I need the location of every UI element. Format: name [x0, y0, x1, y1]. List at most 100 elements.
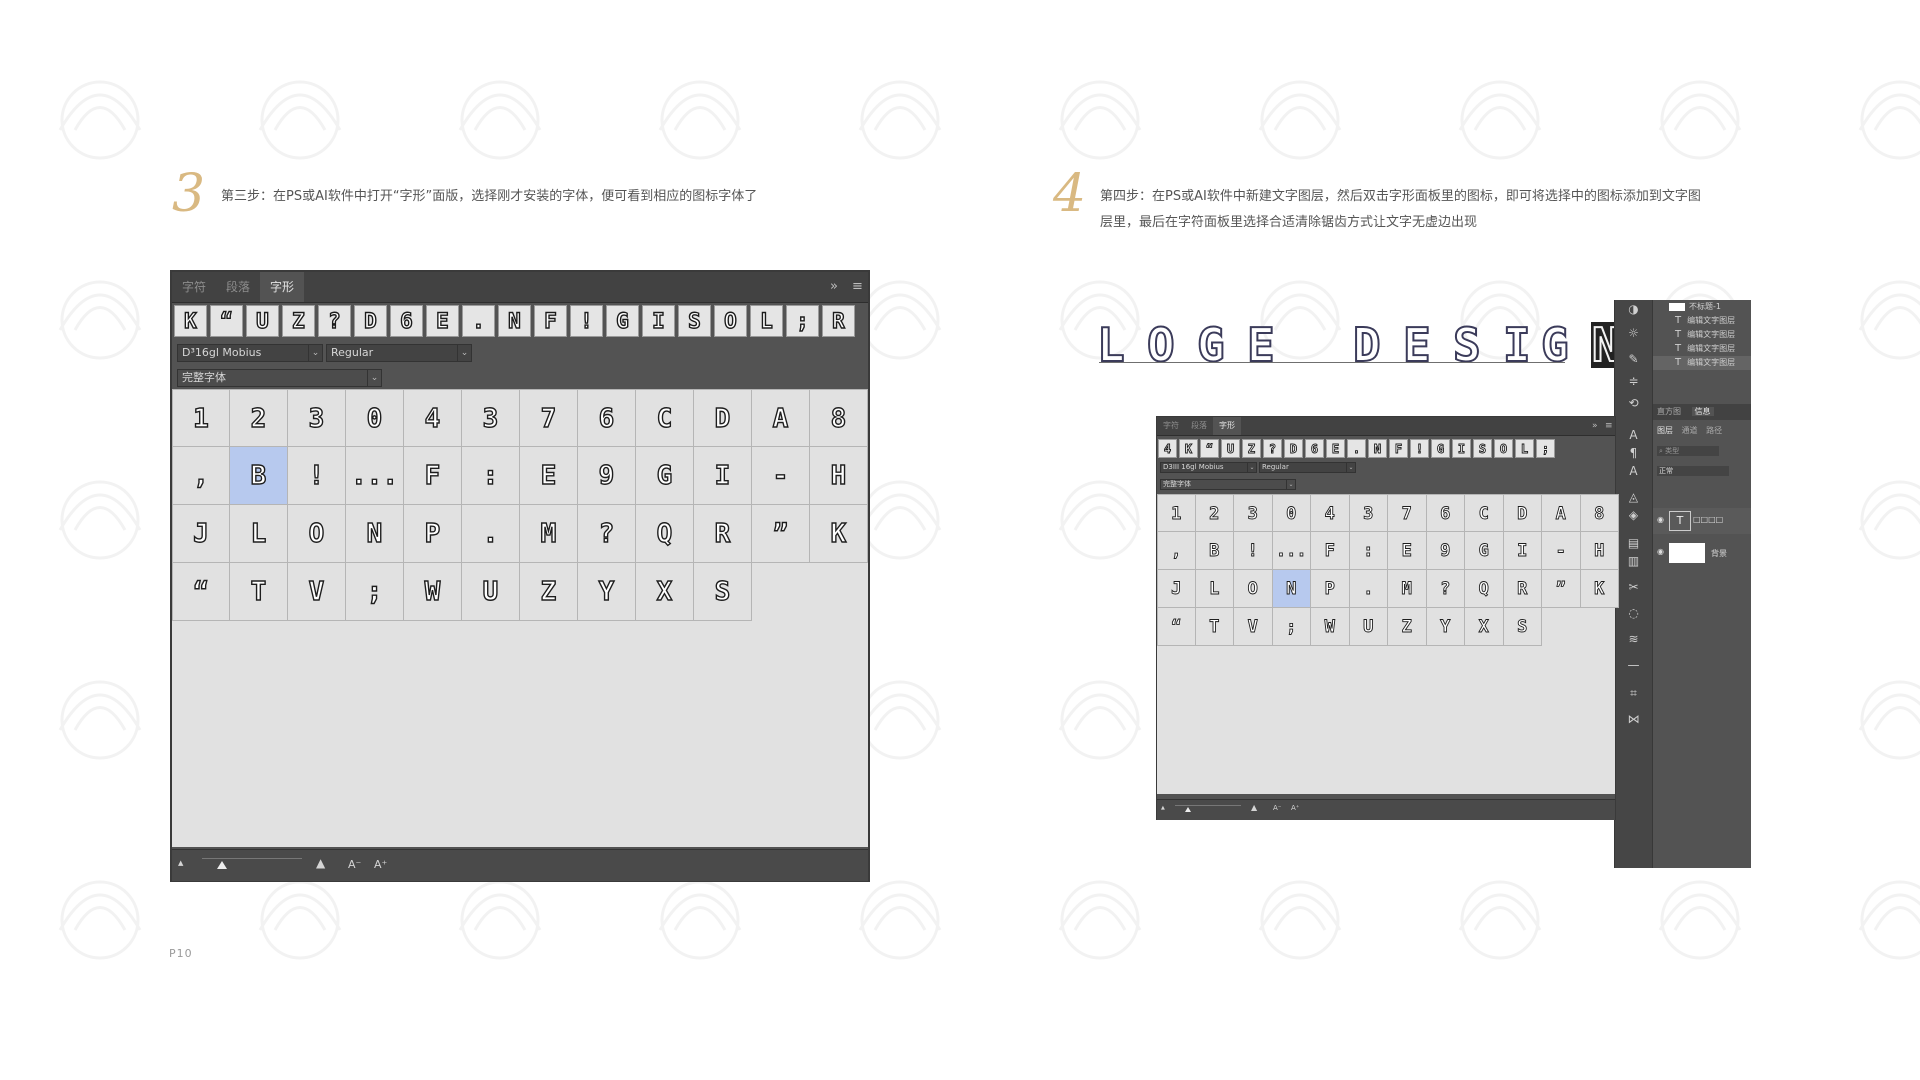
recent-glyph[interactable]: G [1431, 439, 1450, 458]
font-style-dropdown[interactable]: Regular ⌄ [1259, 462, 1356, 473]
glyph-cell[interactable]: G [1465, 532, 1504, 570]
glyph-cell[interactable]: Y [1426, 608, 1465, 646]
collapse-panel-icon[interactable]: » [1592, 417, 1598, 435]
glyph-cell[interactable]: , [172, 447, 230, 505]
tab-glyphs[interactable]: 字形 [260, 272, 305, 302]
recent-glyph[interactable]: L [1515, 439, 1534, 458]
shape-icon[interactable]: ◬ [1615, 490, 1652, 504]
color-icon[interactable]: ◑ [1615, 302, 1652, 316]
glyph-cell[interactable]: ... [346, 447, 404, 505]
libraries-icon[interactable]: ▤ [1615, 536, 1652, 550]
glyph-cell[interactable]: J [1157, 570, 1196, 608]
recent-glyph[interactable]: G [606, 305, 639, 337]
recent-glyph[interactable]: I [1452, 439, 1471, 458]
glyph-subset-dropdown[interactable]: 完整字体 ⌄ [1160, 479, 1296, 490]
recent-glyph[interactable]: N [498, 305, 531, 337]
layer-item[interactable]: T 编辑文字图层 [1653, 356, 1751, 370]
glyph-cell[interactable]: B [1195, 532, 1234, 570]
layer-item[interactable]: T 编辑文字图层 [1653, 328, 1751, 342]
panel-menu-icon[interactable]: ≡ [852, 272, 863, 302]
glyph-cell[interactable]: N [1272, 570, 1311, 608]
glyph-cell[interactable]: R [694, 505, 752, 563]
eye-icon[interactable]: ◉ [1657, 515, 1664, 524]
recent-glyph[interactable]: I [642, 305, 675, 337]
glyph-cell[interactable]: ! [288, 447, 346, 505]
glyph-cell[interactable]: 7 [520, 389, 578, 447]
recent-glyph[interactable]: E [426, 305, 459, 337]
glyph-cell[interactable]: K [810, 505, 868, 563]
recent-glyph[interactable]: “ [210, 305, 243, 337]
recent-glyph[interactable]: Z [1242, 439, 1261, 458]
font-family-dropdown[interactable]: D³16gl Mobius ⌄ [177, 344, 323, 362]
glyph-cell[interactable]: C [1465, 494, 1504, 532]
smaller-text-icon[interactable]: A⁻ [1273, 805, 1281, 812]
zoom-slider-thumb[interactable] [217, 861, 227, 869]
recent-glyph[interactable]: K [1179, 439, 1198, 458]
panel-menu-icon[interactable]: ≡ [1605, 417, 1613, 435]
layer-item[interactable]: T 编辑文字图层 [1653, 342, 1751, 356]
zoom-out-mountain-icon[interactable]: ▲ [1161, 806, 1165, 811]
styles-icon[interactable]: ◈ [1615, 508, 1652, 522]
glyph-cell[interactable]: P [1311, 570, 1350, 608]
glyph-cell[interactable]: 1 [172, 389, 230, 447]
character-icon[interactable]: A [1615, 428, 1652, 442]
recent-glyph[interactable]: L [750, 305, 783, 337]
glyph-cell[interactable]: I [1503, 532, 1542, 570]
recent-glyph[interactable]: ; [786, 305, 819, 337]
recent-glyph[interactable]: O [1494, 439, 1513, 458]
recent-glyph[interactable]: S [678, 305, 711, 337]
glyph-cell[interactable]: 3 [288, 389, 346, 447]
tab-histogram[interactable]: 直方图 [1657, 407, 1681, 416]
adjust-icon[interactable]: ≑ [1615, 374, 1652, 388]
clone-icon[interactable]: ◌ [1615, 606, 1652, 620]
recent-glyph[interactable]: D [1284, 439, 1303, 458]
zoom-out-mountain-icon[interactable]: ▲ [178, 860, 183, 867]
glyph-cell[interactable]: D [1503, 494, 1542, 532]
glyph-cell[interactable]: N [346, 505, 404, 563]
recent-glyph[interactable]: “ [1200, 439, 1219, 458]
glyph-cell[interactable]: M [1388, 570, 1427, 608]
tab-channels[interactable]: 通道 [1682, 426, 1698, 435]
recent-glyph[interactable]: 6 [1305, 439, 1324, 458]
glyph-cell[interactable]: 0 [346, 389, 404, 447]
brightness-icon[interactable]: ☼ [1615, 326, 1652, 340]
tab-character[interactable]: 字符 [172, 272, 216, 302]
recent-glyph[interactable]: U [1221, 439, 1240, 458]
glyph-cell[interactable]: O [1234, 570, 1273, 608]
glyph-cell[interactable]: D [694, 389, 752, 447]
smaller-text-icon[interactable]: A⁻ [348, 859, 361, 870]
glyph-cell[interactable]: U [1349, 608, 1388, 646]
glyph-cell[interactable]: ” [1542, 570, 1581, 608]
tab-info[interactable]: 信息 [1691, 407, 1714, 416]
glyph-cell[interactable]: 6 [1426, 494, 1465, 532]
recent-glyph[interactable]: ? [1263, 439, 1282, 458]
tab-paragraph[interactable]: 段落 [1185, 417, 1213, 435]
blend-mode-dropdown[interactable]: 正常 [1657, 466, 1729, 476]
glyph-cell[interactable]: : [1349, 532, 1388, 570]
glyph-cell[interactable]: L [230, 505, 288, 563]
glyph-cell[interactable]: Q [1465, 570, 1504, 608]
glyph-cell[interactable]: S [694, 563, 752, 621]
glyph-cell[interactable]: E [1388, 532, 1427, 570]
glyph-cell[interactable]: ” [752, 505, 810, 563]
tab-paragraph[interactable]: 段落 [216, 272, 260, 302]
glyph-cell[interactable]: J [172, 505, 230, 563]
layer-item[interactable]: 不标题-1 [1653, 300, 1751, 314]
glyph-cell[interactable]: ? [1426, 570, 1465, 608]
glyph-cell[interactable]: B [230, 447, 288, 505]
glyph-cell[interactable]: 7 [1388, 494, 1427, 532]
recent-glyph[interactable]: . [462, 305, 495, 337]
glyph-cell[interactable]: G [636, 447, 694, 505]
glyph-cell[interactable]: U [462, 563, 520, 621]
glyph-cell[interactable]: ; [346, 563, 404, 621]
recent-glyph[interactable]: F [534, 305, 567, 337]
scissors-icon[interactable]: ✂ [1615, 580, 1652, 594]
tab-layers[interactable]: 图层 [1657, 426, 1673, 435]
glyph-cell[interactable]: : [462, 447, 520, 505]
glyph-cell[interactable]: - [1542, 532, 1581, 570]
glyph-cell[interactable]: V [1234, 608, 1273, 646]
glyph-cell[interactable]: 2 [230, 389, 288, 447]
glyph-cell[interactable]: W [404, 563, 462, 621]
glyph-cell[interactable]: ? [578, 505, 636, 563]
glyph-cell[interactable]: R [1503, 570, 1542, 608]
